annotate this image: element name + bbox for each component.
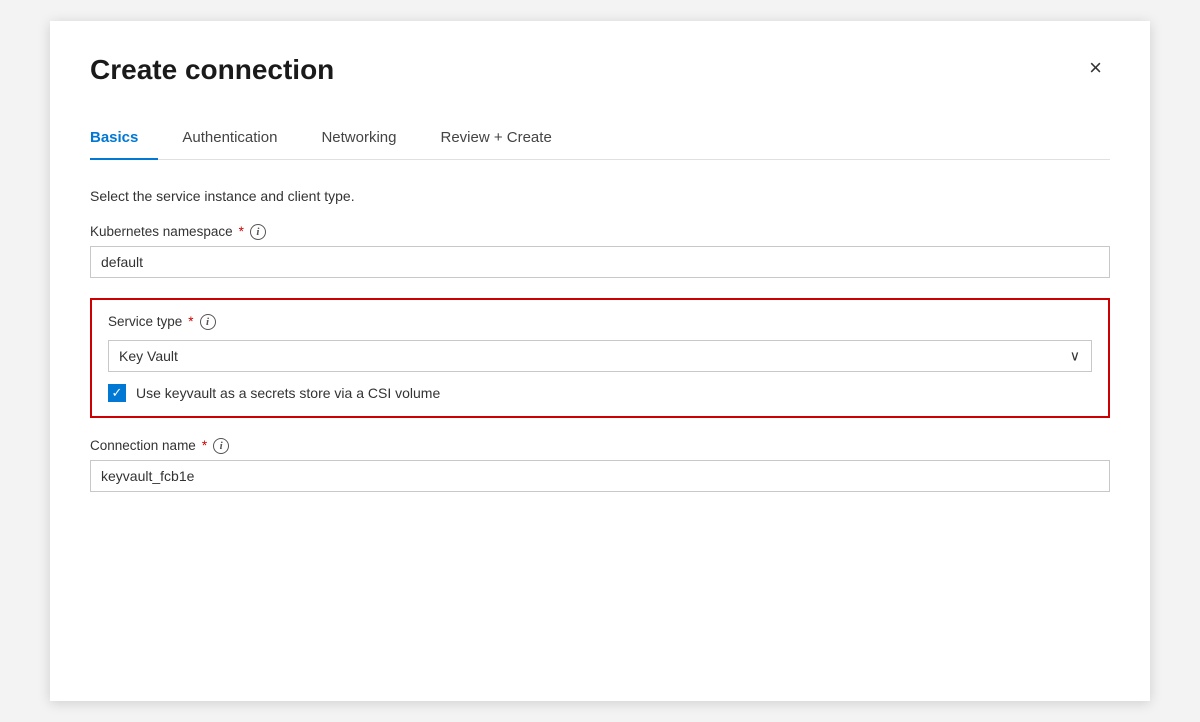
connection-name-input[interactable] bbox=[90, 460, 1110, 492]
tab-basics[interactable]: Basics bbox=[90, 119, 158, 160]
dialog-title: Create connection bbox=[90, 53, 334, 87]
csi-checkbox-label: Use keyvault as a secrets store via a CS… bbox=[136, 385, 440, 401]
service-type-required: * bbox=[188, 314, 193, 329]
dialog-header: Create connection × bbox=[90, 53, 1110, 87]
service-type-box: Service type * i Key Vault ∨ ✓ Use keyva… bbox=[90, 298, 1110, 418]
tab-review-create[interactable]: Review + Create bbox=[440, 119, 571, 160]
csi-checkbox-row: ✓ Use keyvault as a secrets store via a … bbox=[108, 384, 1092, 402]
service-type-select[interactable]: Key Vault bbox=[108, 340, 1092, 372]
close-button[interactable]: × bbox=[1081, 53, 1110, 83]
tab-networking[interactable]: Networking bbox=[321, 119, 416, 160]
connection-name-info-icon[interactable]: i bbox=[213, 438, 229, 454]
csi-checkbox[interactable]: ✓ bbox=[108, 384, 126, 402]
connection-name-label: Connection name * i bbox=[90, 438, 1110, 454]
create-connection-dialog: Create connection × Basics Authenticatio… bbox=[50, 21, 1150, 701]
kubernetes-namespace-info-icon[interactable]: i bbox=[250, 224, 266, 240]
connection-name-required: * bbox=[202, 438, 207, 453]
required-indicator: * bbox=[239, 224, 244, 239]
kubernetes-namespace-group: Kubernetes namespace * i bbox=[90, 224, 1110, 278]
connection-name-group: Connection name * i bbox=[90, 438, 1110, 492]
service-type-select-wrapper: Key Vault ∨ bbox=[108, 340, 1092, 372]
kubernetes-namespace-input[interactable] bbox=[90, 246, 1110, 278]
check-icon: ✓ bbox=[112, 386, 123, 399]
tab-authentication[interactable]: Authentication bbox=[182, 119, 297, 160]
service-type-label: Service type * i bbox=[108, 314, 1092, 330]
section-description: Select the service instance and client t… bbox=[90, 188, 1110, 204]
tabs-nav: Basics Authentication Networking Review … bbox=[90, 119, 1110, 160]
kubernetes-namespace-label: Kubernetes namespace * i bbox=[90, 224, 1110, 240]
service-type-info-icon[interactable]: i bbox=[200, 314, 216, 330]
